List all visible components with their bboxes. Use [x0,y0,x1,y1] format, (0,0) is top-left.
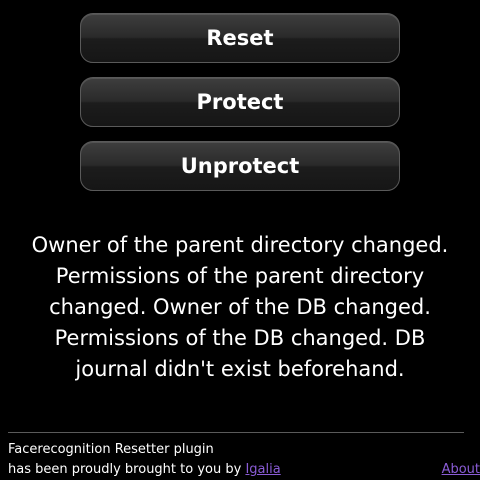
reset-button[interactable]: Reset [80,13,400,63]
footer-divider [8,432,464,433]
footer-credit: has been proudly brought to you by Igali… [8,462,281,478]
status-message: Owner of the parent directory changed. P… [31,233,449,381]
unprotect-button[interactable]: Unprotect [80,141,400,191]
footer-credit-text: has been proudly brought to you by [8,462,246,477]
about-link[interactable]: About [442,462,480,478]
protect-button[interactable]: Protect [80,77,400,127]
igalia-link[interactable]: Igalia [245,462,280,477]
footer-plugin-name: Facerecognition Resetter plugin [8,442,214,457]
